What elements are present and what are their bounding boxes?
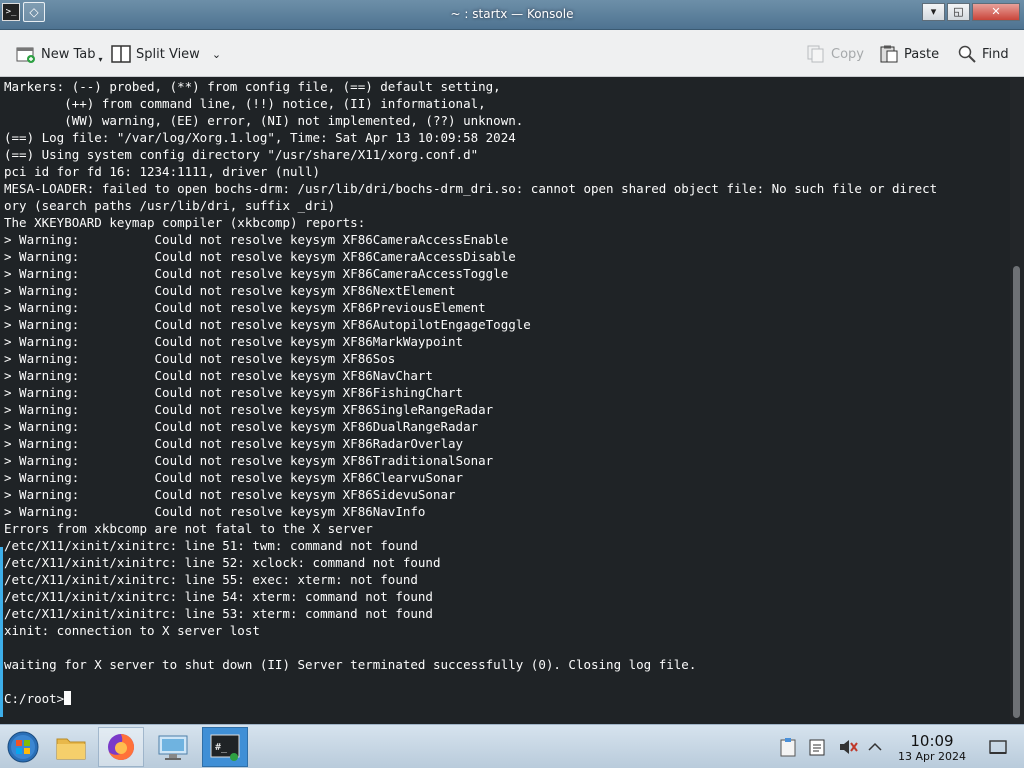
terminal-line: (==) Log file: "/var/log/Xorg.1.log", Ti… <box>4 130 516 145</box>
terminal-line: /etc/X11/xinit/xinitrc: line 53: xterm: … <box>4 606 433 621</box>
terminal-line: > Warning: Could not resolve keysym XF86… <box>4 232 509 247</box>
paste-icon <box>879 45 899 63</box>
terminal-line: waiting for X server to shut down (II) S… <box>4 657 697 672</box>
search-icon <box>957 45 977 63</box>
terminal-line: Markers: (--) probed, (**) from config f… <box>4 79 501 94</box>
tray-expand-chevron-up-icon[interactable] <box>866 737 884 757</box>
terminal-line: > Warning: Could not resolve keysym XF86… <box>4 283 456 298</box>
taskbar: #_ 10:09 13 Apr 2024 <box>0 724 1024 768</box>
konsole-toolbar: New Tab ▾ Split View ⌄ Copy Paste Find <box>0 30 1024 77</box>
terminal-line: Errors from xkbcomp are not fatal to the… <box>4 521 373 536</box>
terminal-output: Markers: (--) probed, (**) from config f… <box>4 78 937 707</box>
paste-button[interactable]: Paste <box>879 41 939 67</box>
copy-label: Copy <box>831 46 864 62</box>
terminal-line: > Warning: Could not resolve keysym XF86… <box>4 487 456 502</box>
split-view-label: Split View <box>136 46 200 62</box>
minimize-button[interactable]: ▾ <box>922 3 945 21</box>
terminal-line: > Warning: Could not resolve keysym XF86… <box>4 419 479 434</box>
terminal-line: > Warning: Could not resolve keysym XF86… <box>4 504 426 519</box>
terminal-line: The XKEYBOARD keymap compiler (xkbcomp) … <box>4 215 366 230</box>
folder-icon <box>56 738 86 760</box>
terminal-line: > Warning: Could not resolve keysym XF86… <box>4 249 516 264</box>
terminal-cursor <box>64 691 72 705</box>
terminal-line: > Warning: Could not resolve keysym XF86… <box>4 436 464 451</box>
terminal-view[interactable]: Markers: (--) probed, (**) from config f… <box>0 78 1010 724</box>
find-label: Find <box>982 46 1009 62</box>
terminal-scrollbar[interactable] <box>1010 78 1024 724</box>
terminal-line: > Warning: Could not resolve keysym XF86… <box>4 334 464 349</box>
remote-desktop-icon <box>158 735 188 760</box>
clock-date: 13 Apr 2024 <box>897 750 966 763</box>
clipboard-tray-icon[interactable] <box>779 737 797 757</box>
firefox-task[interactable] <box>98 727 144 767</box>
terminal-line: > Warning: Could not resolve keysym XF86… <box>4 402 494 417</box>
terminal-line: > Warning: Could not resolve keysym XF86… <box>4 368 433 383</box>
shell-prompt: C:/root> <box>4 690 937 707</box>
show-desktop-icon[interactable] <box>989 737 1007 757</box>
system-clock[interactable]: 10:09 13 Apr 2024 <box>890 732 974 764</box>
volume-muted-icon[interactable] <box>838 737 858 757</box>
terminal-line: > Warning: Could not resolve keysym XF86… <box>4 266 509 281</box>
svg-text:#_: #_ <box>215 742 228 753</box>
scrollbar-thumb[interactable] <box>1013 266 1020 718</box>
clock-time: 10:09 <box>910 732 954 750</box>
find-button[interactable]: Find <box>957 41 1009 67</box>
terminal-line: xinit: connection to X server lost <box>4 623 260 638</box>
terminal-line: /etc/X11/xinit/xinitrc: line 51: twm: co… <box>4 538 418 553</box>
window-titlebar[interactable]: >_ ◇ ~ : startx — Konsole ▾ ◱ ✕ <box>0 0 1024 30</box>
new-tab-button[interactable]: New Tab ▾ <box>16 41 103 67</box>
maximize-button[interactable]: ◱ <box>947 3 970 21</box>
terminal-line: (WW) warning, (EE) error, (NI) not imple… <box>4 113 524 128</box>
terminal-line: /etc/X11/xinit/xinitrc: line 52: xclock:… <box>4 555 441 570</box>
split-view-icon <box>111 45 131 63</box>
terminal-line: > Warning: Could not resolve keysym XF86… <box>4 351 396 366</box>
terminal-line: > Warning: Could not resolve keysym XF86… <box>4 317 531 332</box>
new-tab-label: New Tab <box>41 46 96 62</box>
terminal-line: pci id for fd 16: 1234:1111, driver (nul… <box>4 164 321 179</box>
terminal-line: > Warning: Could not resolve keysym XF86… <box>4 385 464 400</box>
terminal-line: /etc/X11/xinit/xinitrc: line 55: exec: x… <box>4 572 418 587</box>
notes-tray-icon[interactable] <box>808 737 826 757</box>
copy-button[interactable]: Copy <box>806 41 864 67</box>
split-view-button[interactable]: Split View ⌄ <box>111 41 221 67</box>
terminal-line: (==) Using system config directory "/usr… <box>4 147 479 162</box>
terminal-line: /etc/X11/xinit/xinitrc: line 54: xterm: … <box>4 589 433 604</box>
konsole-icon: #_ <box>210 734 240 761</box>
window-title: ~ : startx — Konsole <box>450 7 574 21</box>
start-orb-button[interactable] <box>0 727 46 767</box>
terminal-line: > Warning: Could not resolve keysym XF86… <box>4 300 486 315</box>
terminal-line: ory (search paths /usr/lib/dri, suffix _… <box>4 198 336 213</box>
new-tab-icon <box>16 45 36 63</box>
file-manager-task[interactable] <box>48 727 94 767</box>
terminal-line: > Warning: Could not resolve keysym XF86… <box>4 453 494 468</box>
firefox-icon <box>108 734 134 760</box>
paste-label: Paste <box>904 46 940 62</box>
terminal-line: MESA-LOADER: failed to open bochs-drm: /… <box>4 181 938 196</box>
start-orb-icon <box>7 731 39 763</box>
terminal-line: > Warning: Could not resolve keysym XF86… <box>4 470 464 485</box>
close-button[interactable]: ✕ <box>972 3 1020 21</box>
terminal-line: (++) from command line, (!!) notice, (II… <box>4 96 486 111</box>
copy-icon <box>806 45 826 63</box>
selection-marker <box>0 547 3 717</box>
remote-desktop-task[interactable] <box>150 727 196 767</box>
konsole-task[interactable]: #_ <box>202 727 248 767</box>
split-view-chevron-down-icon[interactable]: ⌄ <box>212 48 221 61</box>
new-tab-dropdown-icon[interactable]: ▾ <box>99 55 103 64</box>
